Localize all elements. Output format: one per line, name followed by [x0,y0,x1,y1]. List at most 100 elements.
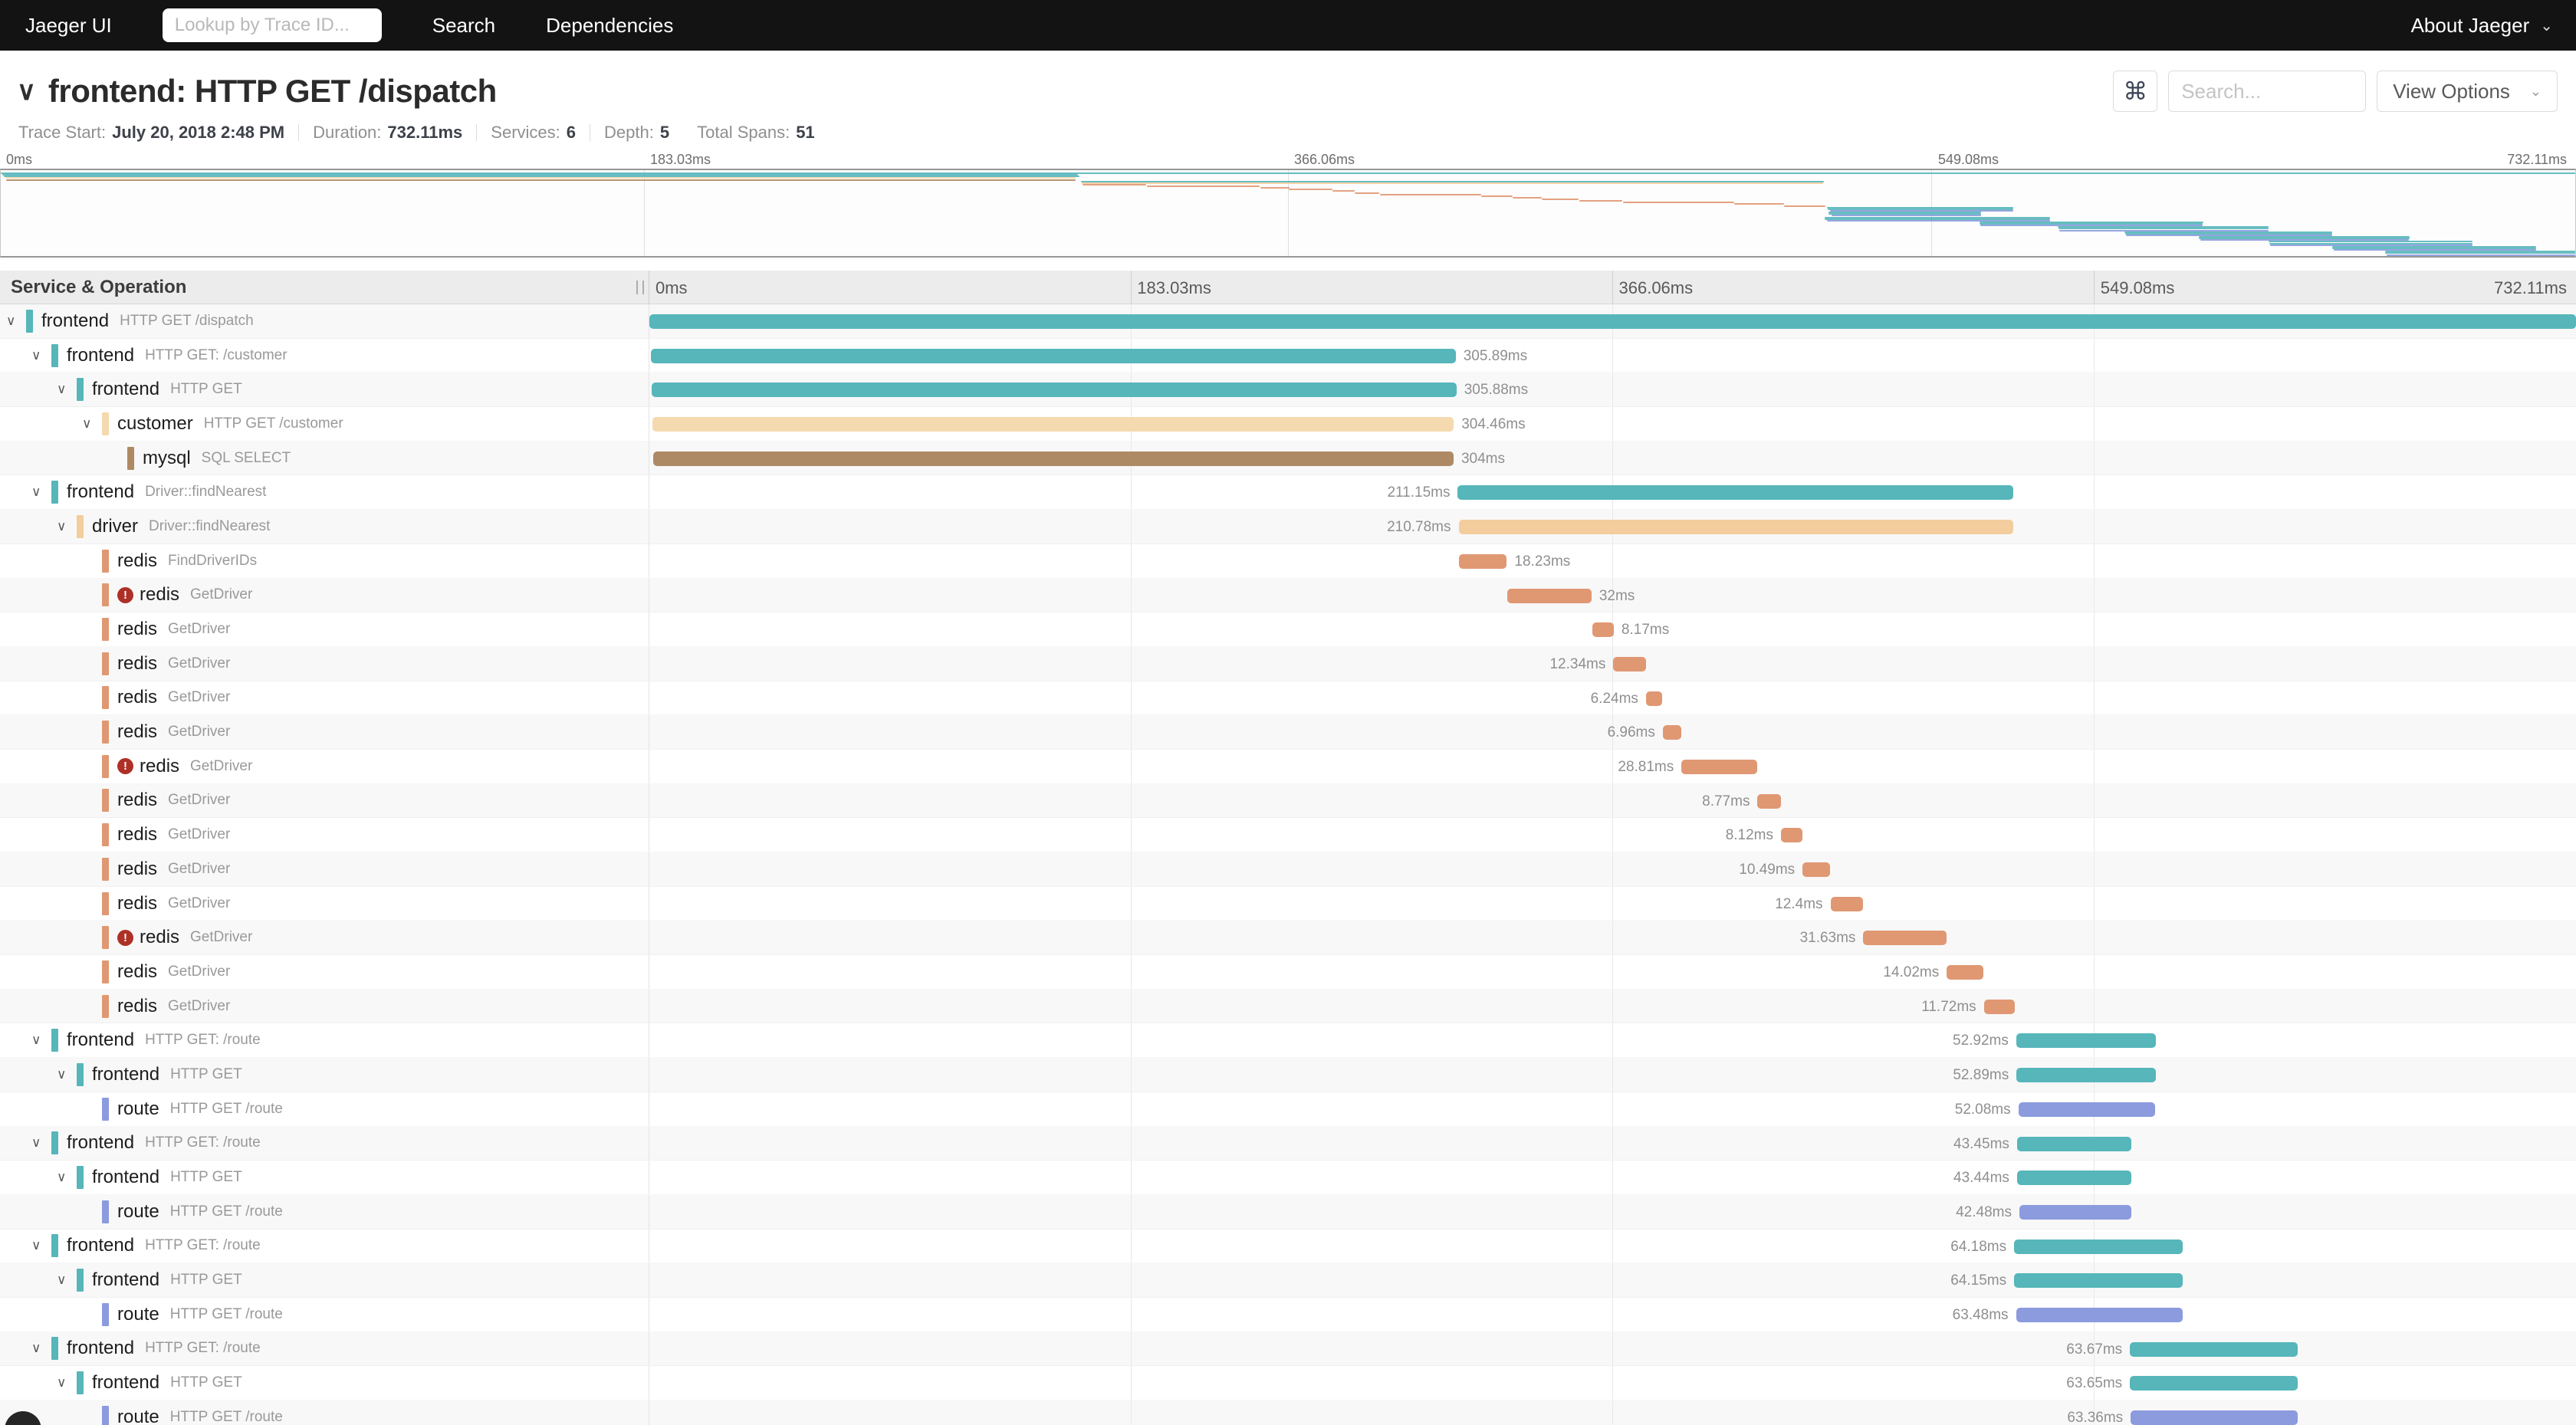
column-resize-grip[interactable] [636,281,644,294]
span-bar[interactable] [2018,1102,2156,1117]
span-row[interactable]: ∨ driver Driver::findNearest 210.78ms [0,510,2576,544]
collapse-chevron-icon[interactable]: ∨ [31,348,51,363]
span-row[interactable]: redis GetDriver 12.4ms [0,886,2576,921]
span-row[interactable]: ∨ frontend HTTP GET: /route 63.67ms [0,1331,2576,1367]
collapse-chevron-icon[interactable]: ∨ [82,416,102,432]
collapse-chevron-icon[interactable]: ∨ [6,314,26,329]
collapse-chevron-icon[interactable]: ∨ [31,1135,51,1151]
minimap-span [1082,183,1147,186]
collapse-chevron-icon[interactable]: ∨ [31,1238,51,1253]
minimap-span [1579,200,1623,202]
span-row[interactable]: route HTTP GET /route 42.48ms [0,1194,2576,1230]
app-logo[interactable]: Jaeger UI [25,14,112,38]
span-row[interactable]: redis GetDriver 11.72ms [0,989,2576,1024]
span-bar[interactable] [2131,1410,2298,1425]
span-bar[interactable] [2014,1239,2183,1254]
trace-search-input[interactable] [2168,71,2367,112]
span-bar[interactable] [1613,656,1646,671]
span-row[interactable]: ∨ frontend Driver::findNearest 211.15ms [0,475,2576,510]
span-row[interactable]: ∨ frontend HTTP GET 52.89ms [0,1058,2576,1092]
span-row[interactable]: redis GetDriver 6.24ms [0,681,2576,716]
span-row[interactable]: ∨ frontend HTTP GET 305.88ms [0,373,2576,408]
span-row[interactable]: route HTTP GET /route 63.36ms [0,1400,2576,1425]
span-row[interactable]: redis GetDriver 14.02ms [0,955,2576,990]
span-bar[interactable] [2016,1033,2156,1049]
span-bar[interactable] [653,451,1454,466]
span-bar[interactable] [1863,931,1947,946]
span-row[interactable]: redis GetDriver 6.96ms [0,715,2576,750]
span-bar[interactable] [2130,1376,2298,1391]
span-bar[interactable] [652,417,1454,432]
span-bar[interactable] [1947,965,1984,980]
operation-name: HTTP GET [170,1065,242,1082]
span-row[interactable]: redis GetDriver 8.17ms [0,612,2576,647]
span-bar[interactable] [1757,793,1781,809]
span-row[interactable]: ∨ frontend HTTP GET: /route 52.92ms [0,1023,2576,1058]
collapse-chevron-icon[interactable]: ∨ [57,1272,77,1288]
span-timeline-cell: 12.34ms [649,646,2576,681]
span-row[interactable]: redis GetDriver 10.49ms [0,852,2576,887]
span-name-cell: redis GetDriver [0,818,649,852]
span-row[interactable]: ∨ frontend HTTP GET: /customer 305.89ms [0,338,2576,373]
span-bar[interactable] [1458,520,2013,535]
span-row[interactable]: redis FindDriverIDs 18.23ms [0,543,2576,579]
span-bar[interactable] [1458,553,1507,569]
trace-id-lookup-input[interactable] [162,8,382,42]
span-row[interactable]: redis GetDriver 8.77ms [0,783,2576,819]
span-bar[interactable] [1802,862,1831,877]
span-bar[interactable] [1592,622,1614,638]
span-row[interactable]: ∨ frontend HTTP GET /dispatch [0,304,2576,339]
span-bar[interactable] [1780,828,1802,843]
span-bar[interactable] [1662,725,1681,740]
collapse-chevron-icon[interactable]: ∨ [31,1033,51,1048]
span-duration-label: 211.15ms [1387,484,1451,501]
collapse-chevron-icon[interactable]: ∨ [31,484,51,500]
span-bar[interactable] [2016,1307,2183,1322]
span-row[interactable]: ! redis GetDriver 31.63ms [0,921,2576,956]
service-color-strip [26,309,33,333]
collapse-chevron-icon[interactable]: ∨ [57,1067,77,1082]
span-row[interactable]: ! redis GetDriver 28.81ms [0,749,2576,784]
span-timeline-cell: 32ms [649,578,2576,612]
span-row[interactable]: ∨ frontend HTTP GET 43.44ms [0,1161,2576,1195]
span-bar[interactable] [2019,1204,2131,1220]
collapse-chevron-icon[interactable]: ∨ [57,1375,77,1391]
span-bar[interactable] [1830,896,1864,911]
collapse-chevron-icon[interactable]: ∨ [57,382,77,397]
span-bar[interactable] [2016,1136,2132,1151]
span-bar[interactable] [650,348,1456,363]
span-bar[interactable] [1645,691,1663,706]
span-bar[interactable] [2130,1341,2298,1357]
span-name-cell: ∨ frontend HTTP GET: /route [0,1332,649,1366]
span-bar[interactable] [2016,1171,2131,1186]
span-row[interactable]: ∨ frontend HTTP GET: /route 64.18ms [0,1229,2576,1264]
span-bar[interactable] [2016,1068,2156,1083]
span-row[interactable]: route HTTP GET /route 52.08ms [0,1092,2576,1127]
span-bar[interactable] [1681,759,1758,774]
collapse-chevron-icon[interactable]: ∨ [57,1170,77,1185]
collapse-chevron-icon[interactable]: ∨ [57,519,77,534]
collapse-chevron-icon[interactable]: ∨ [31,1341,51,1356]
span-row[interactable]: redis GetDriver 8.12ms [0,818,2576,852]
keyboard-shortcuts-button[interactable]: ⌘ [2113,71,2158,112]
span-row[interactable]: ! redis GetDriver 32ms [0,578,2576,613]
span-row[interactable]: ∨ customer HTTP GET /customer 304.46ms [0,407,2576,442]
span-bar[interactable] [2014,1273,2183,1289]
span-row[interactable]: ∨ frontend HTTP GET 63.65ms [0,1366,2576,1400]
nav-search-link[interactable]: Search [432,14,495,38]
span-row[interactable]: mysql SQL SELECT 304ms [0,441,2576,476]
trace-minimap[interactable] [0,169,2576,258]
span-bar[interactable] [1983,999,2015,1014]
nav-dependencies-link[interactable]: Dependencies [546,14,673,38]
view-options-button[interactable]: View Options ⌄ [2377,71,2558,112]
span-row[interactable]: ∨ frontend HTTP GET 64.15ms [0,1263,2576,1298]
span-row[interactable]: ∨ frontend HTTP GET: /route 43.45ms [0,1126,2576,1161]
collapse-trace-chevron-icon[interactable]: ∨ [17,76,36,107]
about-jaeger-menu[interactable]: About Jaeger ⌄ [2411,14,2553,38]
span-row[interactable]: redis GetDriver 12.34ms [0,646,2576,681]
span-bar[interactable] [1457,485,2014,501]
span-bar[interactable] [649,314,2576,329]
span-bar[interactable] [651,383,1457,398]
span-row[interactable]: route HTTP GET /route 63.48ms [0,1297,2576,1332]
span-bar[interactable] [1507,588,1592,603]
